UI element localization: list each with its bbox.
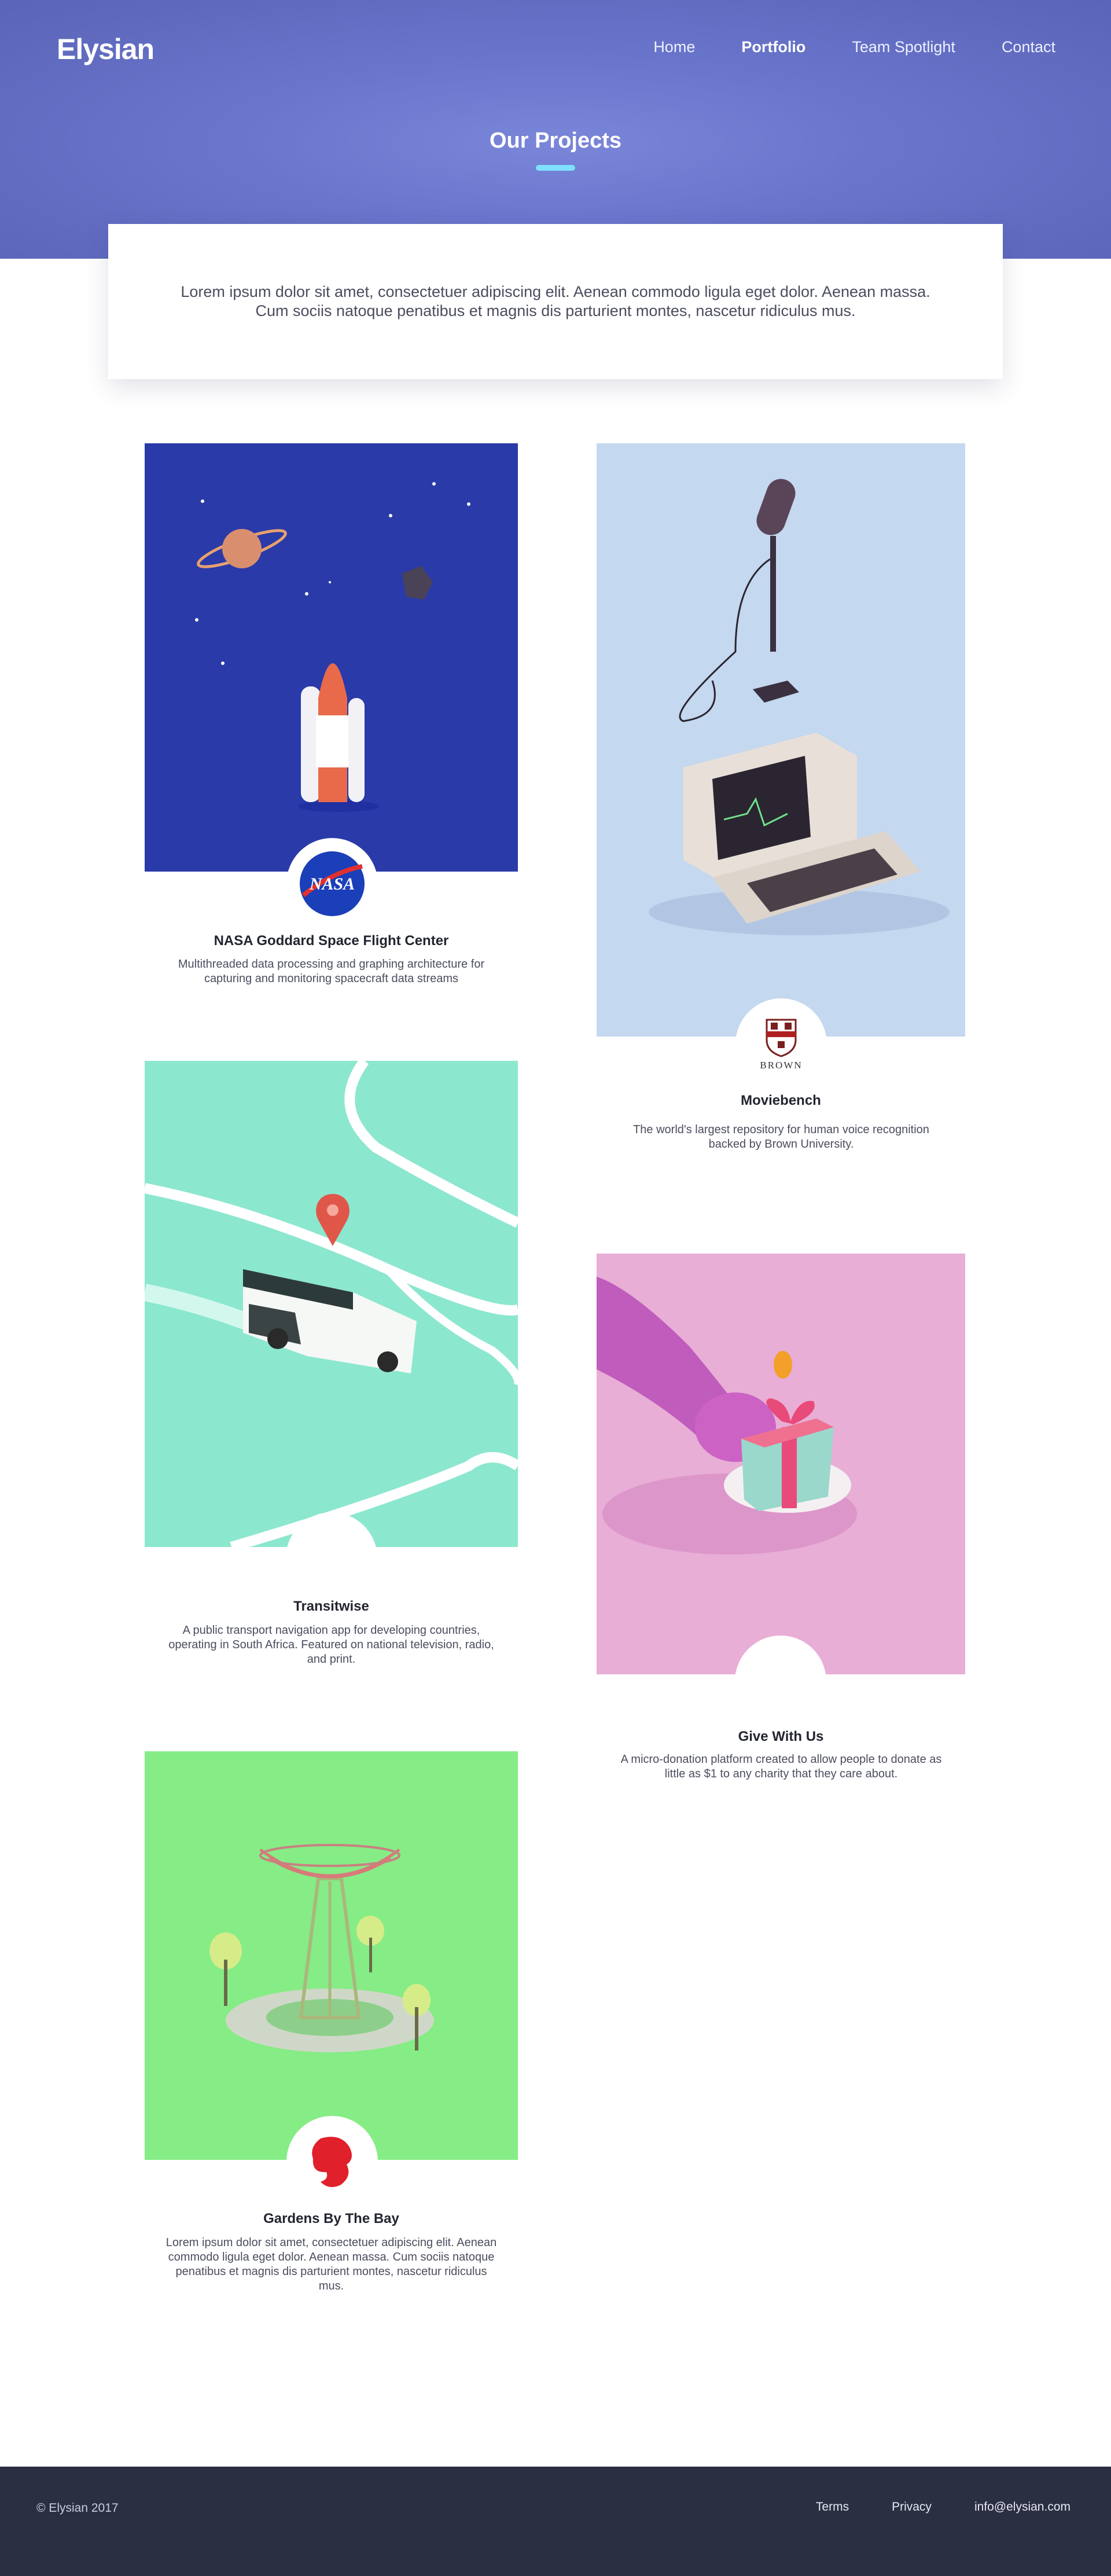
project-image-moviebench[interactable]: [597, 443, 965, 1037]
footer-links: Terms Privacy info@elysian.com: [773, 2500, 1070, 2514]
space-shuttle-illustration: [195, 482, 470, 812]
bus-map-illustration: [145, 1061, 518, 1547]
project-title-gardens[interactable]: Gardens By The Bay: [145, 2211, 518, 2227]
nav-contact[interactable]: Contact: [1002, 38, 1055, 56]
page-title: Our Projects: [489, 128, 622, 153]
footer-link-privacy[interactable]: Privacy: [892, 2500, 932, 2514]
project-image-gardens[interactable]: [145, 1751, 518, 2160]
brown-logo-text: BROWN: [760, 1060, 803, 1071]
lion-head-icon: [312, 2137, 352, 2187]
footer-link-terms[interactable]: Terms: [816, 2500, 849, 2514]
project-title-givewithus[interactable]: Give With Us: [597, 1729, 965, 1745]
copyright-text: © Elysian 2017: [36, 2501, 119, 2515]
project-image-givewithus[interactable]: [597, 1254, 965, 1674]
nasa-logo-badge: NASA: [286, 838, 378, 929]
intro-text: Lorem ipsum dolor sit amet, consectetuer…: [181, 283, 930, 319]
project-desc-transitwise: A public transport navigation app for de…: [168, 1624, 494, 1666]
project-desc-givewithus: A micro-donation platform created to all…: [620, 1753, 942, 1780]
nav-portfolio[interactable]: Portfolio: [741, 38, 805, 56]
gift-hand-illustration: [597, 1277, 857, 1555]
footer-link-email[interactable]: info@elysian.com: [974, 2500, 1070, 2514]
gardens-logo-badge: [286, 2116, 378, 2207]
nav-team-spotlight[interactable]: Team Spotlight: [852, 38, 955, 56]
project-title-nasa[interactable]: NASA Goddard Space Flight Center: [145, 933, 518, 949]
project-image-transitwise[interactable]: [145, 1061, 518, 1547]
brown-logo-badge: BROWN: [735, 998, 827, 1090]
nav-home[interactable]: Home: [653, 38, 695, 56]
logo[interactable]: Elysian: [57, 32, 154, 66]
footer: © Elysian 2017 Terms Privacy info@elysia…: [0, 2467, 1111, 2576]
main-nav: Home Portfolio Team Spotlight Contact: [607, 38, 1055, 56]
project-desc-moviebench: The world's largest repository for human…: [633, 1123, 929, 1151]
project-desc-nasa: Multithreaded data processing and graphi…: [178, 958, 485, 985]
microphone-computer-illustration: [649, 479, 950, 935]
intro-card: Lorem ipsum dolor sit amet, consectetuer…: [108, 224, 1003, 379]
hero-header: Elysian Home Portfolio Team Spotlight Co…: [0, 0, 1111, 259]
project-image-nasa[interactable]: [145, 443, 518, 872]
project-title-moviebench[interactable]: Moviebench: [597, 1093, 965, 1109]
project-title-transitwise[interactable]: Transitwise: [145, 1598, 518, 1615]
project-desc-gardens: Lorem ipsum dolor sit amet, consectetuer…: [165, 2236, 497, 2292]
nasa-logo-text: NASA: [309, 874, 355, 894]
title-underline: [536, 165, 575, 171]
supertree-illustration: [209, 1844, 434, 2052]
